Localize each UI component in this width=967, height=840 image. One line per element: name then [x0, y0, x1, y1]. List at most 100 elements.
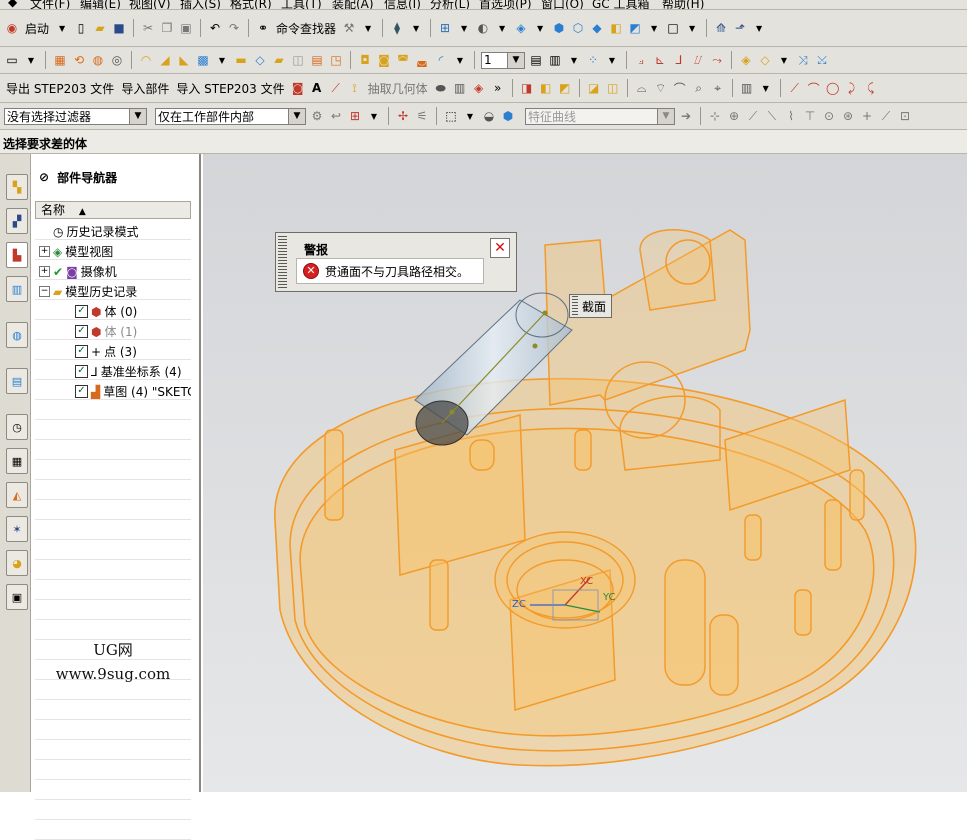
- menu-tools[interactable]: 工具(T): [281, 0, 322, 9]
- chevron-down-icon[interactable]: ▼: [456, 20, 472, 36]
- menu-analysis[interactable]: 分析(L): [430, 0, 470, 9]
- menu-preferences[interactable]: 首选项(P): [479, 0, 532, 9]
- import-part-button[interactable]: 导入部件: [121, 80, 169, 97]
- assembly-navigator-tab[interactable]: ▚: [6, 174, 28, 200]
- undo-icon[interactable]: ↶: [207, 20, 223, 36]
- sketch-icon[interactable]: ▭: [4, 52, 20, 68]
- system-scenes-tab[interactable]: ▣: [6, 584, 28, 610]
- curve-rule-select[interactable]: 特征曲线 ▼: [525, 107, 675, 125]
- hole-icon[interactable]: ◍: [90, 52, 106, 68]
- subtract-icon[interactable]: ◙: [376, 52, 392, 68]
- more-icon[interactable]: »: [490, 80, 506, 96]
- rectangle-select-icon[interactable]: ⬚: [443, 108, 459, 124]
- menu-window[interactable]: 窗口(O): [541, 0, 584, 9]
- extend-icon[interactable]: ◪: [586, 80, 602, 96]
- extract-geometry-button[interactable]: 抽取几何体: [368, 80, 428, 97]
- trim-body-icon[interactable]: ▬: [233, 52, 249, 68]
- expand-icon[interactable]: +: [39, 266, 50, 277]
- filter-icon[interactable]: ⧫: [389, 20, 405, 36]
- spline-icon[interactable]: ⤳: [709, 52, 725, 68]
- expand-icon[interactable]: +: [39, 246, 50, 257]
- tree-row-history-mode[interactable]: ◷ 历史记录模式: [35, 220, 191, 240]
- chevron-down-icon[interactable]: ▼: [408, 20, 424, 36]
- menu-format[interactable]: 格式(R): [230, 0, 272, 9]
- line-icon[interactable]: ⟋: [328, 80, 344, 96]
- arc-icon[interactable]: ⌒: [806, 80, 822, 96]
- extrude-icon[interactable]: ▦: [52, 52, 68, 68]
- curve-project-icon[interactable]: ⌕: [691, 80, 707, 96]
- snap-mid-icon[interactable]: ⊕: [726, 108, 742, 124]
- line-icon[interactable]: ⟋: [787, 80, 803, 96]
- snap-icon[interactable]: ⚒: [341, 20, 357, 36]
- revolve-icon[interactable]: ⟲: [71, 52, 87, 68]
- curve-wrap-icon[interactable]: ⌖: [710, 80, 726, 96]
- menu-help[interactable]: 帮助(H): [662, 0, 704, 9]
- curve-mesh-icon[interactable]: ⌔: [653, 80, 669, 96]
- surface-icon[interactable]: ◈: [738, 52, 754, 68]
- snap-curve-icon[interactable]: ⌇: [783, 108, 799, 124]
- tree-row-sketch[interactable]: ✓ ▟ 草图 (4) "SKETC: [35, 380, 191, 400]
- fit-view-icon[interactable]: ⊞: [437, 20, 453, 36]
- snap-on-face-icon[interactable]: ⊡: [897, 108, 913, 124]
- patch-icon[interactable]: ◜: [433, 52, 449, 68]
- wcs-orient-icon[interactable]: ⬏: [732, 20, 748, 36]
- pin-icon[interactable]: ⊘: [39, 170, 49, 184]
- snap-tangent-icon[interactable]: ⟍: [764, 108, 780, 124]
- diamond-icon[interactable]: ◈: [471, 80, 487, 96]
- scale-body-icon[interactable]: ◫: [290, 52, 306, 68]
- menu-insert[interactable]: 插入(S): [180, 0, 221, 9]
- chevron-down-icon[interactable]: ▼: [214, 52, 230, 68]
- tree-row-cameras[interactable]: + ✔ ◙ 摄像机: [35, 260, 191, 280]
- text-icon[interactable]: A: [309, 80, 325, 96]
- split-body-icon[interactable]: ◇: [252, 52, 268, 68]
- history-tab[interactable]: ◷: [6, 414, 28, 440]
- deselect-icon[interactable]: ↩: [328, 108, 344, 124]
- snap-line-icon[interactable]: ⟋: [745, 108, 761, 124]
- process-studio-tab[interactable]: ◭: [6, 482, 28, 508]
- intersect-icon[interactable]: ◚: [395, 52, 411, 68]
- tree-row-body-0[interactable]: ✓ ⬢ 体 (0): [35, 300, 191, 320]
- chevron-down-icon[interactable]: ▼: [462, 108, 478, 124]
- drag-handle[interactable]: [572, 296, 578, 316]
- snap-center-icon[interactable]: ⊙: [821, 108, 837, 124]
- collapse-icon[interactable]: −: [39, 286, 50, 297]
- drag-handle[interactable]: [278, 236, 287, 288]
- thicken-icon[interactable]: ⬬: [433, 80, 449, 96]
- snap-on-curve-icon[interactable]: ⟋: [878, 108, 894, 124]
- chevron-down-icon[interactable]: ▼: [776, 52, 792, 68]
- ruled-icon[interactable]: ⤩: [814, 52, 830, 68]
- arrow-right-icon[interactable]: ➔: [678, 108, 694, 124]
- fillet-curve-icon[interactable]: ⤸: [844, 80, 860, 96]
- command-finder-button[interactable]: 命令查找器: [276, 20, 336, 37]
- basic-curve-icon[interactable]: ⌰: [690, 52, 706, 68]
- book-icon[interactable]: ▥: [452, 80, 468, 96]
- circle-icon[interactable]: ◯: [825, 80, 841, 96]
- visibility-checkbox[interactable]: ✓: [75, 305, 88, 318]
- tree-row-datum-csys[interactable]: ✓ ⅃ 基准坐标系 (4): [35, 360, 191, 380]
- layer-settings-icon[interactable]: ▤: [528, 52, 544, 68]
- snap-point-exist-icon[interactable]: +: [859, 108, 875, 124]
- menu-file[interactable]: 文件(F): [30, 0, 70, 9]
- body-select-icon[interactable]: ⬢: [500, 108, 516, 124]
- reuse-library-tab[interactable]: ▥: [6, 276, 28, 302]
- mirror-icon[interactable]: ◳: [328, 52, 344, 68]
- snap-point-icon[interactable]: ✢: [395, 108, 411, 124]
- pattern-icon[interactable]: ▤: [309, 52, 325, 68]
- chevron-down-icon[interactable]: ▼: [452, 52, 468, 68]
- datum-plane-icon[interactable]: ⟓: [633, 52, 649, 68]
- book-icon[interactable]: ▥: [739, 80, 755, 96]
- new-file-icon[interactable]: ▯: [73, 20, 89, 36]
- visibility-checkbox[interactable]: ✓: [75, 325, 88, 338]
- menu-edit[interactable]: 编辑(E): [80, 0, 121, 9]
- background-icon[interactable]: ◩: [627, 20, 643, 36]
- chevron-down-icon[interactable]: ▼: [360, 20, 376, 36]
- chevron-down-icon[interactable]: ▼: [366, 108, 382, 124]
- face-analysis-icon[interactable]: ◆: [589, 20, 605, 36]
- trim-curve-icon[interactable]: ⤹: [863, 80, 879, 96]
- shaded-cube-icon[interactable]: ⬢: [551, 20, 567, 36]
- close-button[interactable]: ✕: [490, 238, 510, 258]
- manufacturing-wizard-tab[interactable]: ✶: [6, 516, 28, 542]
- visibility-checkbox[interactable]: ✓: [75, 365, 88, 378]
- import-step-button[interactable]: 导入 STEP203 文件: [176, 80, 284, 97]
- rectangle-icon[interactable]: □: [665, 20, 681, 36]
